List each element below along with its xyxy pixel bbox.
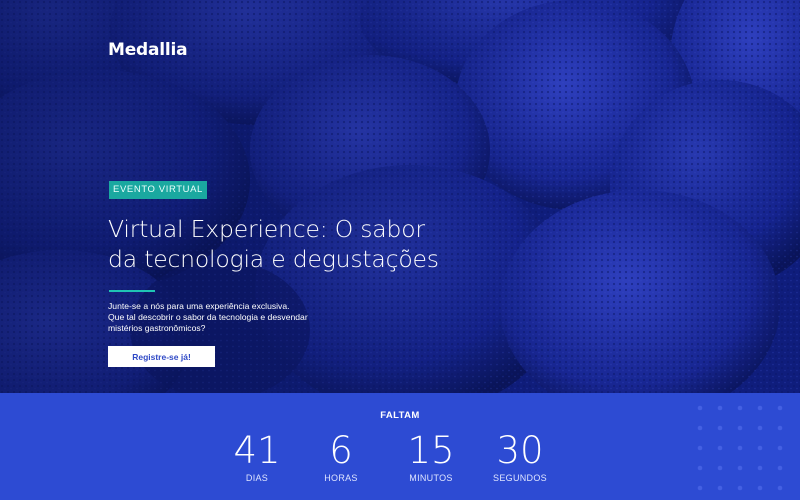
event-title-line-2: da tecnologia e degustações — [108, 245, 439, 273]
event-description: Junte-se a nós para uma experiência excl… — [108, 301, 348, 334]
countdown-days-value: 41 — [233, 429, 281, 472]
countdown-heading: FALTAM — [380, 410, 420, 421]
hero-banner: Medallia EVENTO VIRTUAL Virtual Experien… — [0, 0, 800, 393]
title-divider — [109, 290, 155, 292]
countdown-minutes: 15 MINUTOS — [386, 429, 476, 483]
countdown-minutes-label: MINUTOS — [409, 473, 453, 483]
countdown-days: 41 DIAS — [212, 429, 302, 483]
countdown-seconds-label: SEGUNDOS — [493, 473, 547, 483]
event-title-line-1: Virtual Experience: O sabor — [108, 215, 425, 243]
event-type-badge: EVENTO VIRTUAL — [109, 181, 207, 199]
countdown-seconds-value: 30 — [496, 429, 544, 472]
countdown-minutes-value: 15 — [407, 429, 455, 472]
countdown-hours-label: HORAS — [324, 473, 358, 483]
countdown-days-label: DIAS — [245, 473, 269, 483]
event-title: Virtual Experience: O sabor da tecnologi… — [108, 214, 528, 274]
countdown-hours-value: 6 — [329, 429, 353, 472]
countdown-seconds: 30 SEGUNDOS — [475, 429, 565, 483]
medallia-logo[interactable]: Medallia — [108, 40, 188, 60]
description-line-2: Que tal descobrir o sabor da tecnologia … — [108, 312, 308, 322]
register-button[interactable]: Registre-se já! — [108, 346, 215, 367]
countdown-hours: 6 HORAS — [296, 429, 386, 483]
description-line-1: Junte-se a nós para uma experiência excl… — [108, 301, 290, 311]
description-line-3: mistérios gastronômicos? — [108, 323, 206, 333]
